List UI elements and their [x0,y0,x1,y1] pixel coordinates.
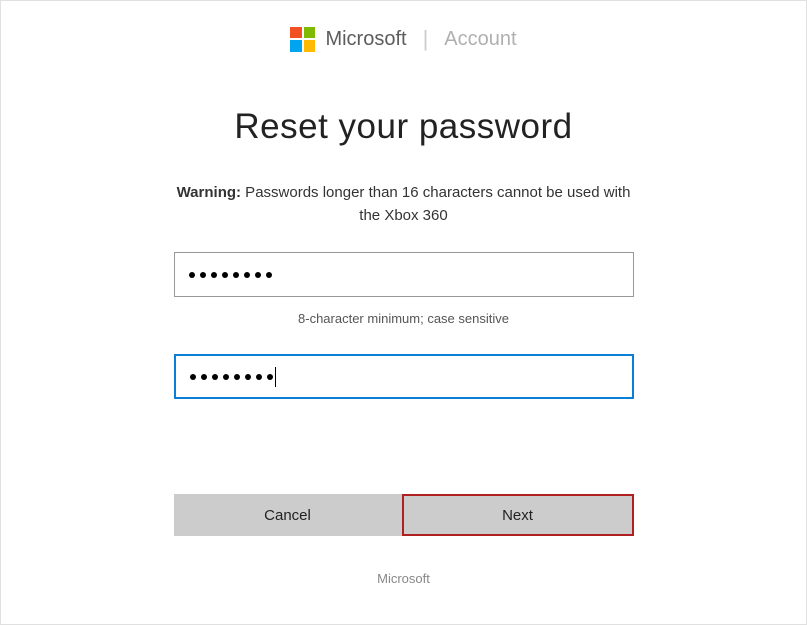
warning-label: Warning: [177,184,241,201]
footer-text: Microsoft [174,571,634,586]
text-cursor-icon [275,367,276,387]
warning-message: Warning: Passwords longer than 16 charac… [174,182,634,227]
main-content: Reset your password Warning: Passwords l… [174,52,634,586]
page-title: Reset your password [174,107,634,147]
button-row: Cancel Next [174,494,634,536]
password-hint: 8-character minimum; case sensitive [174,311,634,326]
next-button[interactable]: Next [402,494,634,536]
divider-icon: | [423,26,429,52]
confirm-password-input[interactable] [174,354,634,399]
microsoft-logo-icon [290,27,315,52]
section-label: Account [444,28,516,51]
new-password-input[interactable] [174,252,634,297]
brand-label: Microsoft [325,28,406,51]
password-mask [190,374,273,380]
cancel-button[interactable]: Cancel [174,494,402,536]
header: Microsoft | Account [1,1,806,52]
password-mask [189,272,272,278]
warning-text: Passwords longer than 16 characters cann… [241,184,630,224]
